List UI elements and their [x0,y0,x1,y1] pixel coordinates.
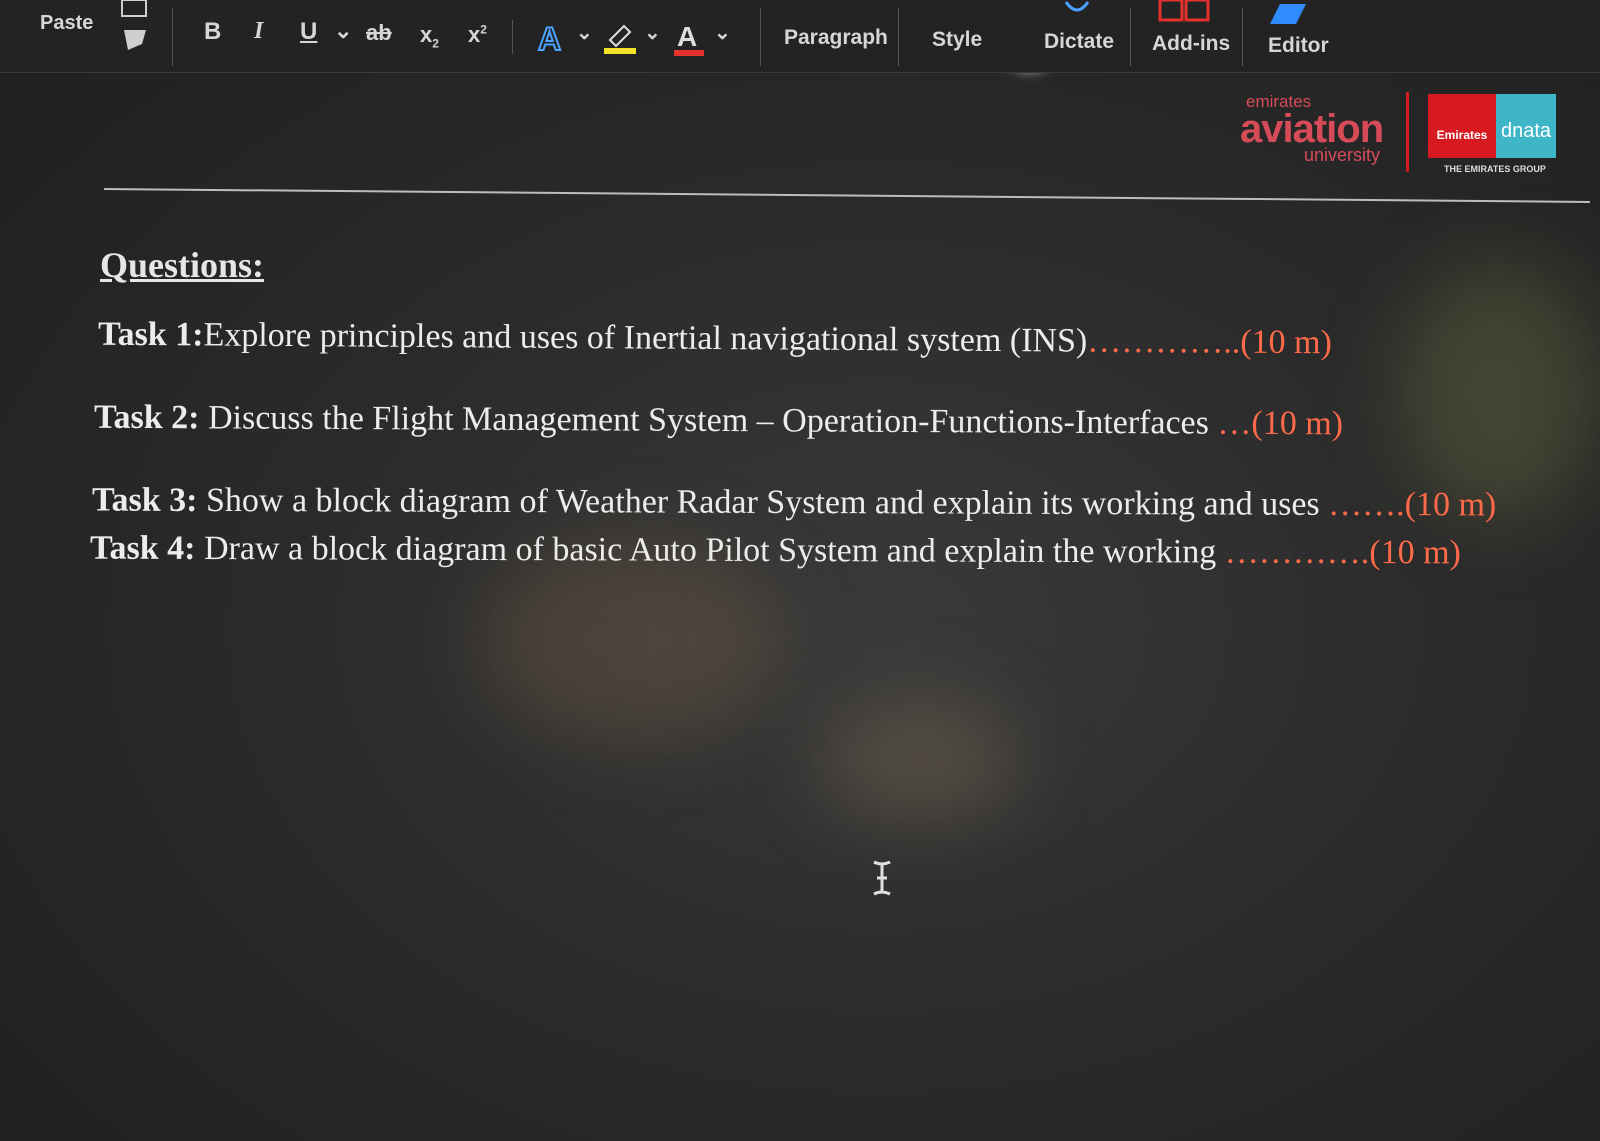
task-marks: (10 m) [1404,486,1497,524]
task-3: Task 3: Show a block diagram of Weather … [92,482,1496,525]
highlight-icon[interactable] [602,20,638,56]
addins-icon [1158,0,1210,22]
text-cursor-icon [873,860,891,896]
font-color-icon[interactable]: A [672,18,706,58]
text-effects-dropdown-icon[interactable]: ⌄ [576,20,593,45]
emirates-logo: Emirates [1428,94,1496,158]
task-dots: ………….. [1087,322,1241,361]
task-dots: … [1217,404,1252,442]
glare [820,700,1020,820]
emirates-group-caption: THE EMIRATES GROUP [1444,164,1546,174]
svg-text:A: A [538,21,561,54]
questions-heading: Questions: [100,245,265,285]
microphone-icon [1064,1,1090,12]
superscript-button[interactable]: x2 [468,22,487,48]
task-text: Discuss the Flight Management System – O… [199,399,1218,442]
header-rule [103,188,1590,203]
task-text: Show a block diagram of Weather Radar Sy… [197,481,1329,523]
format-painter-icon[interactable] [118,0,152,56]
task-marks: (10 m) [1251,404,1344,443]
task-dots: ……. [1328,485,1405,524]
separator [760,8,761,66]
emirates-aviation-university-logo: emirates aviation university [1240,92,1400,164]
styles-button[interactable]: Style [932,28,982,52]
separator [1242,8,1243,66]
task-2: Task 2: Discuss the Flight Management Sy… [94,399,1343,444]
dictate-button[interactable]: Dictate [1044,30,1114,54]
strikethrough-button[interactable]: ab [366,20,392,46]
svg-text:A: A [677,21,697,52]
task-label: Task 4: [89,529,196,567]
font-color-dropdown-icon[interactable]: ⌄ [714,20,731,45]
task-label: Task 2: [93,398,200,437]
bold-button[interactable]: B [204,18,221,46]
editor-button[interactable]: Editor [1268,34,1329,58]
addins-button[interactable]: Add-ins [1152,32,1230,56]
highlight-dropdown-icon[interactable]: ⌄ [644,20,661,45]
paragraph-button[interactable]: Paragraph [784,26,888,50]
task-marks: (10 m) [1369,534,1461,572]
separator [512,20,513,54]
glare [480,540,780,740]
ribbon-toolbar: Paste B I U ⌄ ab x2 x2 A ⌄ ⌄ A ⌄ Paragra… [0,0,1600,73]
dnata-logo: dnata [1496,94,1556,158]
editor-pen-icon [1270,4,1306,24]
task-text: Explore principles and uses of Inertial … [203,316,1088,360]
task-text: Draw a block diagram of basic Auto Pilot… [195,529,1225,571]
logo-line-aviation: aviation [1240,107,1384,151]
task-1: Task 1:Explore principles and uses of In… [98,316,1332,363]
task-marks: (10 m) [1240,323,1333,362]
glare [1400,260,1600,520]
task-label: Task 1: [97,315,204,354]
paste-button[interactable]: Paste [40,12,93,35]
task-4: Task 4: Draw a block diagram of basic Au… [90,530,1461,573]
task-dots: …………. [1224,533,1370,572]
logo-divider [1406,92,1409,172]
separator [172,8,173,66]
task-label: Task 3: [91,481,198,519]
separator [898,8,899,66]
subscript-button[interactable]: x2 [420,22,439,50]
logo-line-university: university [1304,145,1381,165]
underline-button[interactable]: U [300,18,317,46]
italic-button[interactable]: I [254,18,263,45]
separator [1130,8,1131,66]
underline-dropdown-icon[interactable]: ⌄ [334,18,352,44]
text-effects-icon[interactable]: A [536,20,566,54]
